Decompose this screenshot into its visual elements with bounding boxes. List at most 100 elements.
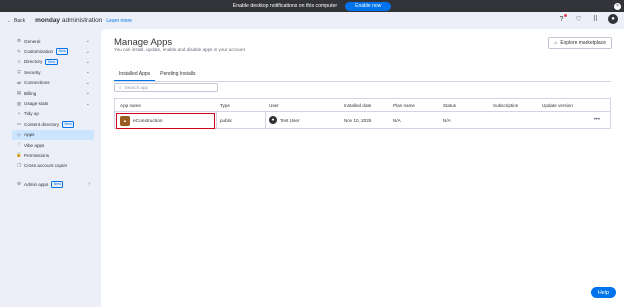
sidebar-item-admin-apps[interactable]: ⚙ Admin apps New › xyxy=(12,179,94,189)
brush-icon: ✎ xyxy=(17,48,21,54)
close-icon[interactable]: × xyxy=(614,2,621,10)
back-button[interactable]: ← Back xyxy=(7,18,25,24)
sidebar-item-label: Vibe apps xyxy=(24,142,45,148)
new-badge: New xyxy=(45,58,58,66)
column-divider xyxy=(216,112,217,128)
tab-divider xyxy=(114,81,611,82)
arrow-left-icon: ← xyxy=(7,17,12,24)
sidebar-item-label: Cross account copier xyxy=(24,163,68,169)
heart-icon: ♡ xyxy=(16,142,22,148)
chevron-down-icon: ⌄ xyxy=(85,38,90,45)
lock-icon: 🔒 xyxy=(16,152,22,158)
chart-icon: ▥ xyxy=(16,100,22,106)
sidebar-item-label: Directory xyxy=(24,59,43,65)
sidebar-item-directory[interactable]: ☺ Directory New ⌄ xyxy=(12,57,94,67)
back-label: Back xyxy=(14,17,26,24)
sidebar-item-cross-account-copier[interactable]: ❐ Cross account copier xyxy=(12,161,94,171)
search-input[interactable]: ⌕ Search app xyxy=(114,83,218,92)
chevron-right-icon: › xyxy=(88,181,90,188)
help-button[interactable]: Help xyxy=(590,287,616,298)
chevron-down-icon: ⌄ xyxy=(85,100,90,107)
copy-icon: ❐ xyxy=(16,162,22,168)
table-row[interactable]: ▲ eConstruction public ● Test User Nov 1… xyxy=(114,111,611,129)
sidebar-item-label: Permissions xyxy=(24,152,50,158)
notification-text: Enable desktop notifications on this com… xyxy=(232,3,338,9)
search-placeholder: Search app xyxy=(124,85,149,90)
col-installed-date: Installed date xyxy=(344,102,372,108)
tab-pending-installs[interactable]: Pending Installs xyxy=(155,70,200,81)
sidebar-item-label: Content directory xyxy=(24,121,59,127)
tabs: Installed Apps Pending Installs xyxy=(114,70,200,81)
page-subtitle: You can install, update, enable and disa… xyxy=(114,47,245,52)
user-avatar[interactable]: ● xyxy=(608,14,618,24)
sidebar-item-label: Security xyxy=(24,69,41,75)
sidebar-item-label: Usage stats xyxy=(24,101,49,107)
help-question-icon[interactable]: ? xyxy=(557,13,567,24)
chevron-down-icon: ⌄ xyxy=(85,90,90,97)
chevron-down-icon: ⌄ xyxy=(85,58,90,65)
column-divider xyxy=(265,112,266,128)
learn-more-link[interactable]: Learn more xyxy=(106,18,132,24)
marketplace-icon: ⌂ xyxy=(554,40,558,46)
sidebar-item-tidy-up[interactable]: ✧ Tidy up xyxy=(12,109,94,119)
explore-marketplace-button[interactable]: ⌂ Explore marketplace xyxy=(548,37,612,49)
app-name-cell[interactable]: ▲ eConstruction xyxy=(116,113,215,129)
apps-grid-icon[interactable]: ⠿ xyxy=(591,15,600,24)
more-options-icon[interactable]: ••• xyxy=(594,112,600,128)
chevron-down-icon: ⌄ xyxy=(85,69,90,76)
sidebar-item-security[interactable]: ⛨ Security ⌄ xyxy=(12,67,94,77)
col-user: User xyxy=(269,102,279,108)
app-user: Test User xyxy=(280,117,300,123)
shield-icon: ⛨ xyxy=(17,69,21,75)
tidy-icon: ✧ xyxy=(17,110,21,116)
chevron-down-icon: ⌄ xyxy=(85,79,90,86)
table-header: App name Type User Installed date Plan n… xyxy=(114,98,611,111)
new-badge: New xyxy=(56,48,69,55)
sidebar-item-vibe-apps[interactable]: ♡ Vibe apps xyxy=(12,140,94,150)
col-update-version: Update version xyxy=(542,102,573,108)
enable-notifications-button[interactable]: Enable now xyxy=(345,1,392,11)
col-plan-name: Plan name xyxy=(393,102,415,108)
sidebar-item-usage-stats[interactable]: ▥ Usage stats ⌄ xyxy=(12,98,94,108)
user-avatar-icon: ● xyxy=(269,116,277,124)
app-name: eConstruction xyxy=(133,118,163,124)
new-badge: New xyxy=(61,121,75,128)
sidebar-item-customization[interactable]: ✎ Customization New ⌄ xyxy=(12,46,94,56)
notification-bar: Enable desktop notifications on this com… xyxy=(0,0,624,12)
sidebar-nav: ⚙ General ⌄ ✎ Customization New ⌄ ☺ Directory New… xyxy=(12,36,94,189)
app-status: N/A xyxy=(443,117,451,123)
sidebar-item-label: Apps xyxy=(24,132,35,138)
app-installed-date: Nov 10, 2025 xyxy=(344,117,372,123)
col-app-name: App name xyxy=(120,102,141,108)
sidebar-item-permissions[interactable]: 🔒 Permissions xyxy=(12,150,94,160)
sidebar-item-label: Admin apps xyxy=(24,181,49,187)
tab-installed-apps[interactable]: Installed Apps xyxy=(114,70,156,81)
sidebar-item-label: Billing xyxy=(24,90,37,96)
sidebar-item-label: Connections xyxy=(24,80,50,86)
sidebar-item-label: Customization xyxy=(24,49,54,55)
col-subscription: Subscription xyxy=(493,102,519,108)
main-panel: Manage Apps You can install, update, ena… xyxy=(101,29,624,307)
brand-title: monday administration xyxy=(35,17,103,24)
new-badge: New xyxy=(51,181,64,188)
sidebar-item-billing[interactable]: ▤ Billing ⌄ xyxy=(12,88,94,98)
sidebar-item-content-directory[interactable]: ▭ Content directory New xyxy=(12,119,94,129)
sidebar-item-connections[interactable]: ⇄ Connections ⌄ xyxy=(12,78,94,88)
sidebar-item-label: General xyxy=(24,38,41,44)
apps-table: App name Type User Installed date Plan n… xyxy=(114,98,611,129)
admin-apps-icon: ⚙ xyxy=(16,181,22,187)
top-header: ← Back monday administration Learn more … xyxy=(0,12,624,29)
app-plan-name: N/A xyxy=(393,117,401,123)
col-status: Status xyxy=(443,102,457,108)
sidebar-item-apps[interactable]: ◇ Apps xyxy=(12,129,94,140)
sidebar-item-general[interactable]: ⚙ General ⌄ xyxy=(12,36,94,46)
search-icon: ⌕ xyxy=(119,85,122,90)
folder-icon: ▭ xyxy=(16,121,22,127)
app-user-cell: ● Test User xyxy=(269,112,299,128)
gear-icon: ⚙ xyxy=(16,38,22,44)
heart-icon[interactable]: ♡ xyxy=(574,15,583,24)
chevron-down-icon: ⌄ xyxy=(85,48,90,55)
apps-icon: ◇ xyxy=(17,131,21,137)
app-logo-icon: ▲ xyxy=(120,116,130,126)
